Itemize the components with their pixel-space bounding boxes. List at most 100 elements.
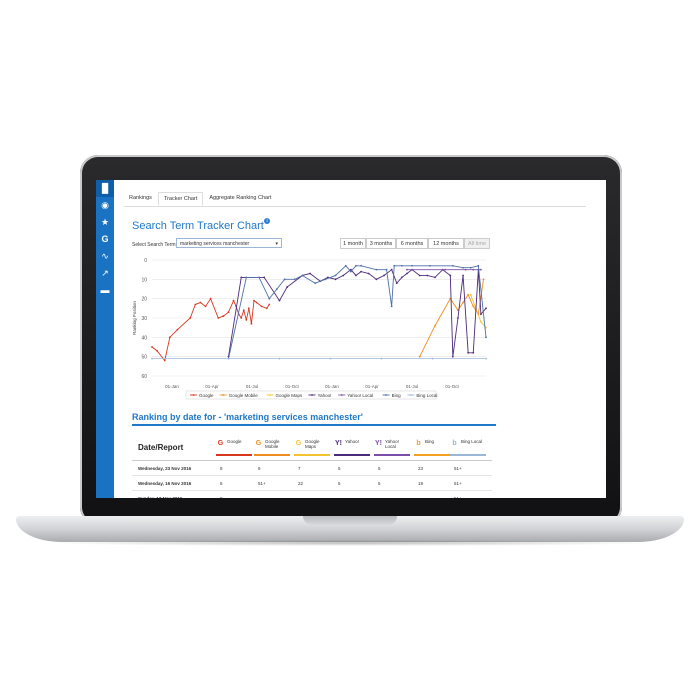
data-point (240, 317, 243, 319)
data-point (232, 299, 235, 302)
data-point (217, 317, 220, 319)
engine-color-bar (294, 454, 330, 456)
search-term-value: marketing services manchester (180, 241, 250, 247)
data-point (431, 357, 434, 360)
data-point (375, 278, 378, 281)
engine-name: Google Maps (305, 439, 320, 449)
data-point (462, 274, 464, 277)
star-icon[interactable]: ★ (96, 214, 114, 231)
y-axis-label: Ranking Position (132, 301, 137, 335)
row-date: Wednesday, 16 Nov 2016 (138, 481, 192, 486)
data-point (400, 264, 403, 267)
table-row: Wednesday, 16 Nov 2016 6 51+ 22 5 5 19 51+ (132, 476, 492, 491)
chevron-down-icon: ▾ (275, 241, 278, 247)
pulse-icon[interactable]: ∿ (96, 248, 114, 265)
data-point (242, 309, 245, 312)
data-point (434, 276, 436, 279)
data-point (334, 278, 337, 281)
data-point (151, 346, 153, 348)
y-tick-label: 40 (141, 335, 147, 341)
range-12-months[interactable]: 12 months (428, 238, 464, 249)
x-tick-label: 01-Jul (406, 384, 418, 389)
ranking-section-title: Ranking by date for - 'marketing service… (132, 412, 496, 426)
bar-chart-icon[interactable]: ▐▌ (96, 180, 114, 197)
data-point (429, 264, 431, 267)
data-point (482, 278, 485, 281)
data-point (268, 303, 271, 306)
data-point (390, 305, 393, 308)
range-3-months[interactable]: 3 months (366, 238, 396, 249)
engine-logo-icon: Y! (375, 440, 382, 447)
map-pin-icon[interactable]: ◉ (96, 197, 114, 214)
series-line (151, 297, 270, 362)
engine-logo-icon: G (295, 440, 302, 447)
y-tick-label: 20 (141, 297, 147, 303)
engine-name: Yahoo! (345, 439, 359, 444)
data-point (385, 268, 388, 271)
data-point (199, 301, 202, 304)
legend-entry: Google (199, 393, 214, 398)
date-report-header: Date/Report (138, 443, 184, 452)
legend-marker (385, 394, 387, 396)
engine-logo-icon: Y! (335, 440, 342, 447)
search-term-select[interactable]: marketing services manchester ▾ (176, 238, 282, 248)
legend-marker (311, 394, 313, 396)
data-point (189, 317, 192, 319)
data-point (227, 311, 230, 314)
data-point (168, 336, 171, 339)
legend-marker (222, 394, 225, 396)
data-point (258, 276, 260, 279)
data-point (472, 268, 475, 271)
data-point (472, 351, 475, 354)
range-6-months[interactable]: 6 months (396, 238, 428, 249)
data-point (451, 264, 454, 267)
tab-aggregate-ranking-chart[interactable]: Aggregate Ranking Chart (204, 192, 276, 204)
data-point (375, 268, 378, 271)
range-1-month[interactable]: 1 month (340, 238, 366, 249)
table-row: Sunday, 13 Nov 2016 8 51+ (132, 491, 492, 498)
data-point (457, 317, 459, 319)
engine-color-bar (450, 454, 486, 456)
data-point (278, 357, 281, 360)
rank-cell: 8 (220, 496, 223, 498)
tracker-chart-svg: 0 10 20 30 40 50 60 01-Jan 01-Apr 01-Jul 01-Oct 01-… (132, 258, 487, 400)
data-point (245, 319, 248, 321)
data-point (485, 336, 487, 339)
data-point (462, 266, 464, 269)
engine-header-bing: b Bing (414, 439, 450, 456)
legend-entry: Google Mobile (229, 393, 259, 398)
tab-tracker-chart[interactable]: Tracker Chart (157, 192, 204, 206)
legend-marker (269, 394, 271, 396)
data-point (380, 357, 383, 360)
chat-icon[interactable]: ▬ (96, 282, 114, 299)
data-point (278, 299, 281, 302)
y-tick-label: 30 (141, 316, 147, 322)
engine-header-google-mobile: G Google Mobile (254, 439, 290, 456)
data-point (329, 357, 332, 360)
data-point (418, 355, 421, 358)
data-point (383, 274, 385, 277)
data-point (344, 264, 347, 267)
engine-name: Bing Local (461, 439, 483, 444)
x-tick-label: 01-Oct (285, 384, 299, 389)
data-point (265, 307, 268, 310)
x-tick-label: 01-Jan (165, 384, 179, 389)
data-point (250, 322, 253, 325)
legend-entry: Google Maps (276, 393, 304, 398)
x-tick-label: 01-Jul (246, 384, 258, 389)
tracker-chart: 0 10 20 30 40 50 60 01-Jan 01-Apr 01-Jul 01-Oct 01-… (132, 254, 502, 406)
data-point (324, 278, 327, 281)
rank-cell: 6 (258, 466, 261, 471)
tab-rankings[interactable]: Rankings (124, 192, 157, 204)
rank-cell: 22 (298, 481, 304, 486)
engine-header-google: G Google (216, 439, 252, 456)
data-point (255, 301, 258, 304)
data-point (260, 305, 263, 308)
rank-cell: 51+ (454, 466, 462, 471)
info-icon[interactable]: i (264, 218, 270, 224)
rank-cell: 7 (298, 466, 301, 471)
google-g-icon[interactable]: G (96, 231, 114, 248)
data-point (469, 266, 472, 269)
trend-icon[interactable]: ↗ (96, 265, 114, 282)
engine-header-google-maps: G Google Maps (294, 439, 330, 456)
